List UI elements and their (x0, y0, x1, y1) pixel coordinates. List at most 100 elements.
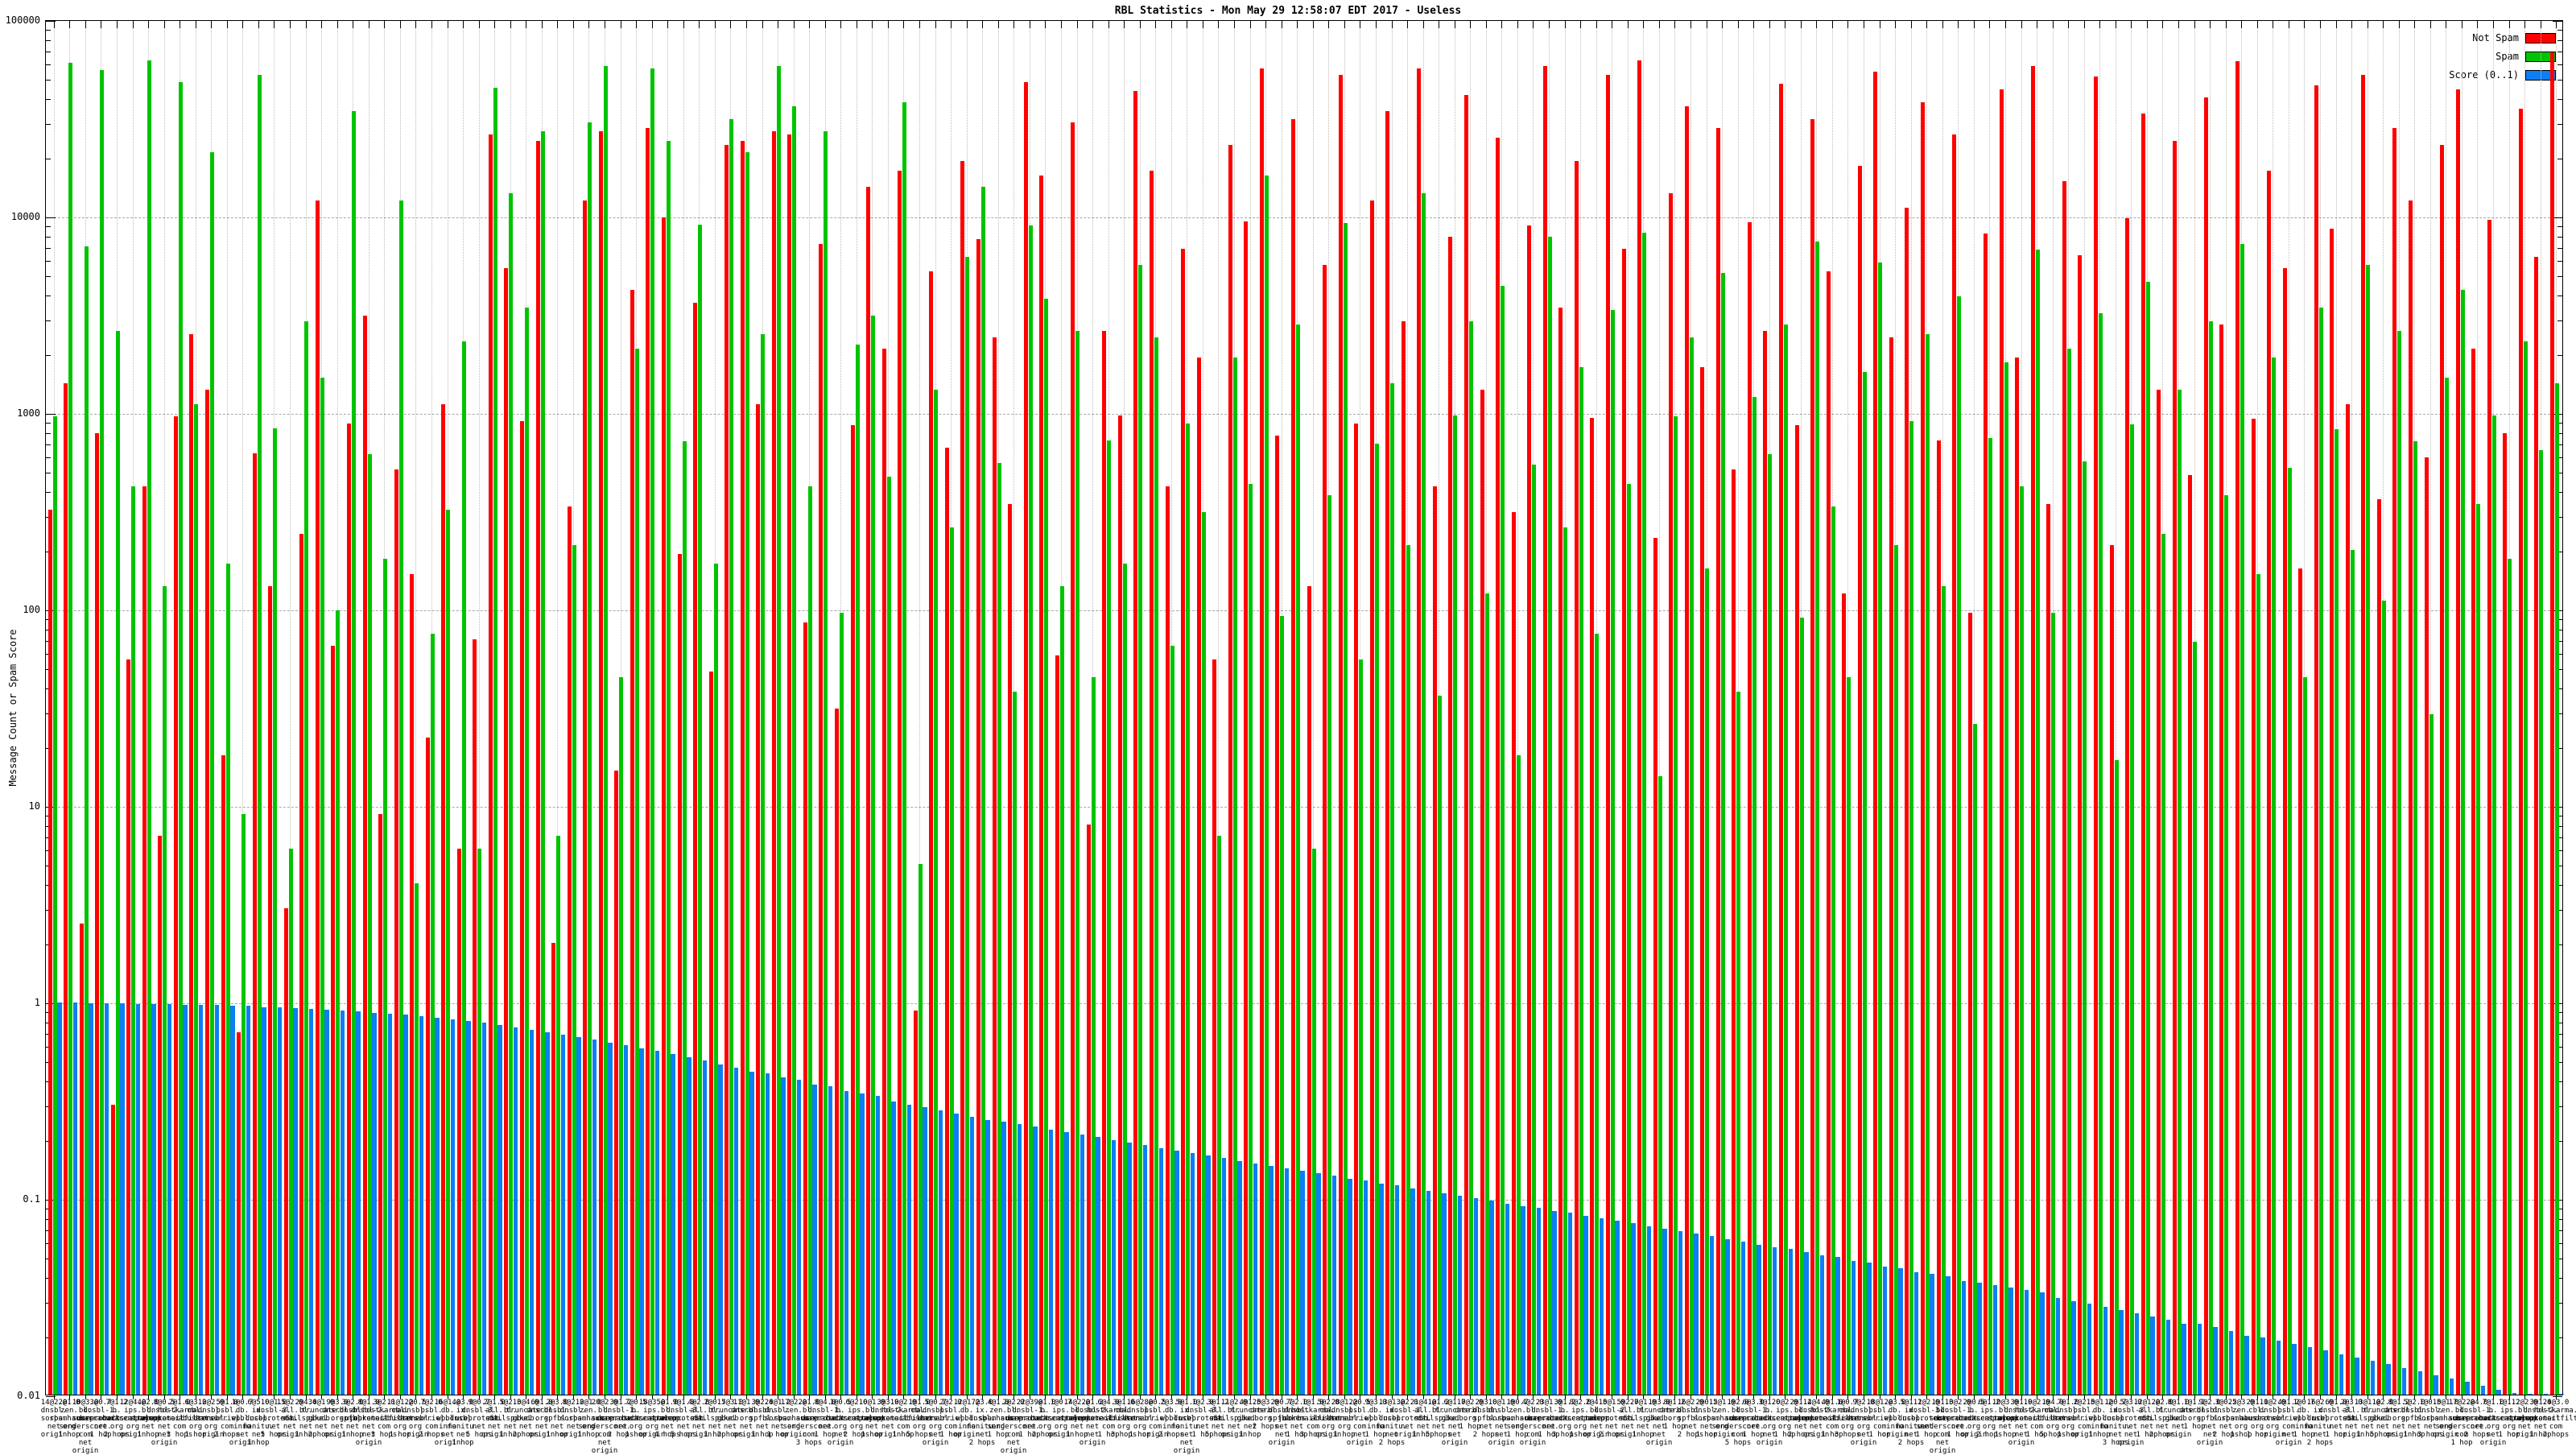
bar-spam (68, 63, 73, 1395)
bar-score (1096, 1137, 1100, 1395)
bar-spam (1501, 286, 1505, 1395)
y-tick-minor-left (46, 457, 51, 458)
bar-spam (2539, 450, 2544, 1395)
bar-not-spam (1747, 221, 1752, 1395)
bar-not-spam (787, 134, 792, 1395)
bar-not-spam (2392, 127, 2397, 1395)
bar-not-spam (614, 771, 619, 1395)
y-tick-label: 100000 (5, 14, 40, 26)
bar-spam (713, 563, 718, 1395)
bar-not-spam (1889, 337, 1893, 1395)
x-tick-top (1911, 21, 1912, 28)
bar-not-spam (2125, 218, 2130, 1395)
bar-spam (2523, 341, 2528, 1395)
bar-not-spam (1905, 207, 1909, 1395)
bar-score (1788, 1249, 1793, 1395)
bar-not-spam (929, 271, 934, 1395)
bar-spam (2303, 676, 2308, 1395)
bar-score (781, 1077, 786, 1395)
bar-not-spam (1637, 60, 1642, 1395)
bar-spam (2287, 468, 2292, 1395)
bar-spam (1815, 241, 1820, 1395)
bar-not-spam (1590, 417, 1595, 1395)
bar-score (923, 1107, 927, 1395)
bar-spam (1422, 193, 1426, 1395)
bar-not-spam (1039, 176, 1044, 1395)
bar-spam (540, 130, 545, 1395)
bar-score (1001, 1122, 1006, 1395)
x-tick-top (1674, 21, 1675, 28)
bar-spam (1264, 176, 1269, 1395)
bar-spam (2177, 390, 2182, 1395)
x-tick-top (557, 21, 558, 28)
bar-not-spam (1810, 119, 1815, 1395)
bar-score (2370, 1360, 2376, 1395)
bar-score (623, 1045, 629, 1395)
x-tick-top (211, 21, 212, 28)
bar-score (1961, 1280, 1967, 1395)
bar-spam (650, 68, 655, 1395)
bar-not-spam (944, 448, 949, 1395)
x-tick-top (1392, 21, 1393, 28)
bar-not-spam (2361, 75, 2366, 1395)
y-tick-minor-left (46, 423, 51, 424)
bar-not-spam (866, 187, 871, 1395)
bar-spam (807, 486, 812, 1395)
page: { "title": "RBL Statistics - Mon May 29 … (0, 0, 2576, 1455)
bar-score (2355, 1357, 2359, 1395)
bar-score (1851, 1260, 1856, 1395)
bar-not-spam (850, 424, 855, 1395)
bar-spam (52, 416, 57, 1395)
bar-not-spam (2251, 418, 2256, 1395)
x-tick-top (2178, 21, 2179, 28)
bar-spam (1626, 484, 1631, 1395)
bar-not-spam (567, 506, 572, 1395)
bar-spam (2350, 549, 2355, 1395)
bar-spam (1610, 310, 1615, 1395)
bar-score (1033, 1126, 1038, 1395)
bar-spam (1406, 545, 1410, 1395)
bar-not-spam (1920, 101, 1925, 1395)
x-tick-top (1234, 21, 1235, 28)
x-tick-top (258, 21, 259, 28)
bar-score (2559, 1393, 2564, 1395)
bar-spam (493, 87, 497, 1395)
y-tick-major-left (46, 21, 56, 22)
bar-score (954, 1113, 959, 1395)
y-tick-label: 1 (34, 997, 40, 1008)
bar-not-spam (110, 1104, 115, 1395)
bar-score (2228, 1331, 2234, 1395)
bar-spam (1579, 366, 1583, 1395)
bar-not-spam (771, 130, 776, 1395)
bar-not-spam (630, 289, 634, 1395)
bar-score (844, 1091, 848, 1395)
bar-spam (1201, 512, 1206, 1395)
x-tick-top (1013, 21, 1014, 28)
bar-not-spam (1244, 221, 1249, 1395)
x-tick-top (825, 21, 826, 28)
bar-spam (1674, 416, 1678, 1395)
x-tick-top (542, 21, 543, 28)
bar-not-spam (1133, 91, 1138, 1395)
bar-spam (415, 883, 419, 1395)
bar-score (1237, 1160, 1242, 1395)
bar-not-spam (2203, 97, 2208, 1395)
bar-score (1269, 1165, 1274, 1395)
bar-not-spam (661, 217, 666, 1395)
bar-spam (84, 246, 89, 1395)
y-tick-minor-left (46, 492, 51, 493)
bar-not-spam (79, 923, 84, 1395)
bar-score (1709, 1236, 1715, 1395)
x-tick-top (1816, 21, 1817, 28)
bar-spam (666, 141, 671, 1395)
bar-not-spam (1290, 119, 1295, 1395)
bar-not-spam (1936, 440, 1941, 1395)
y-tick-minor-right (2557, 99, 2562, 100)
bar-not-spam (740, 141, 745, 1395)
bar-score (969, 1116, 975, 1395)
y-tick-minor-left (46, 355, 51, 356)
x-tick-top (1250, 21, 1251, 28)
x-tick-top (1958, 21, 1959, 28)
bar-score (1064, 1131, 1069, 1395)
bar-not-spam (2094, 76, 2098, 1395)
